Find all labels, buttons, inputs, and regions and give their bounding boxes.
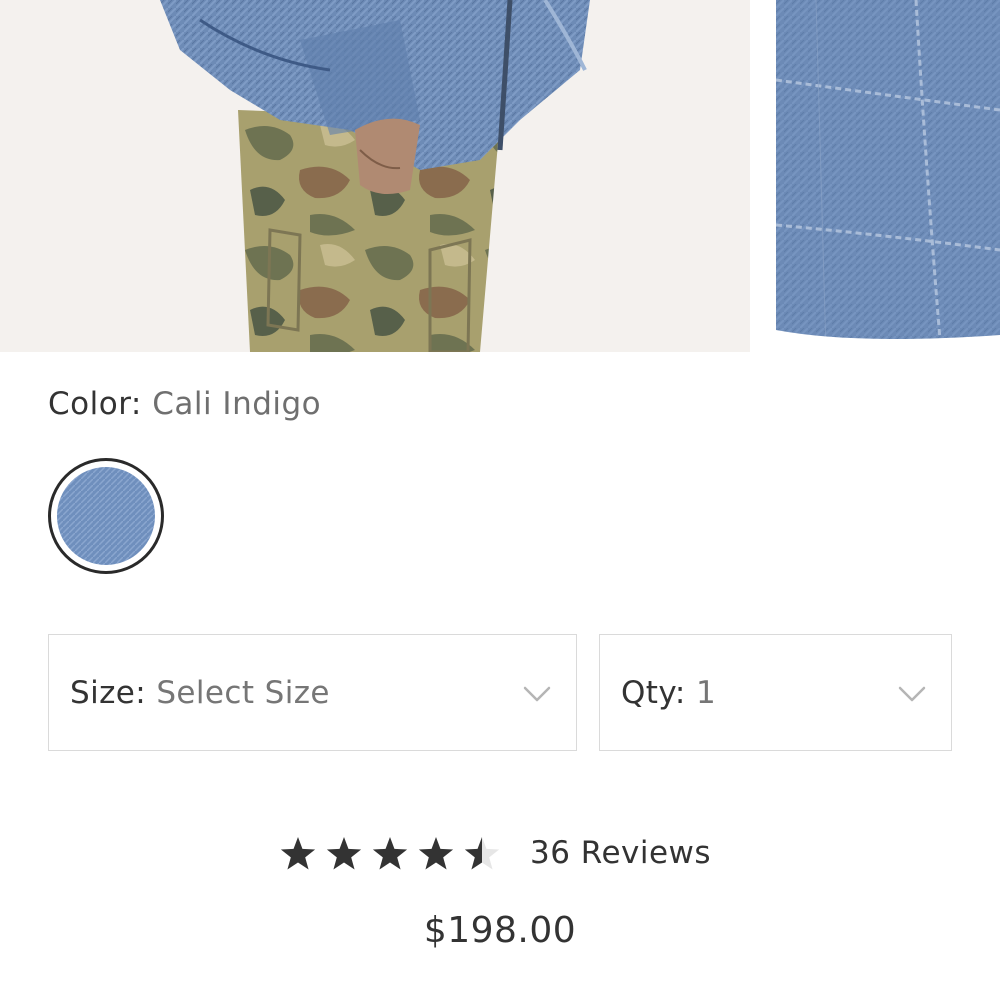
product-photo-detail bbox=[776, 0, 1000, 352]
star-full-icon bbox=[280, 837, 316, 870]
star-full-icon bbox=[326, 837, 362, 870]
chevron-down-icon bbox=[523, 686, 551, 702]
product-price: $198.00 bbox=[423, 910, 577, 951]
quantity-select[interactable]: Qty: 1 bbox=[599, 634, 952, 751]
swatch-fabric bbox=[57, 467, 155, 565]
qty-label: Qty: bbox=[621, 675, 686, 711]
star-full-icon bbox=[372, 837, 408, 870]
size-value: Select Size bbox=[156, 675, 330, 711]
color-swatch-cali-indigo[interactable] bbox=[48, 458, 164, 574]
product-image-main[interactable] bbox=[0, 0, 750, 352]
size-select-text: Size: Select Size bbox=[70, 675, 330, 711]
size-label: Size: bbox=[70, 675, 147, 711]
product-image-thumbnail[interactable] bbox=[776, 0, 1000, 352]
qty-select-text: Qty: 1 bbox=[621, 675, 716, 711]
product-image-gallery[interactable] bbox=[0, 0, 1000, 352]
denim-swatch-icon bbox=[57, 467, 155, 565]
qty-value: 1 bbox=[695, 675, 717, 711]
color-label: Color: bbox=[48, 386, 142, 422]
star-rating[interactable] bbox=[280, 833, 510, 877]
size-select[interactable]: Size: Select Size bbox=[48, 634, 577, 751]
star-half-icon bbox=[464, 837, 500, 870]
chevron-down-icon bbox=[898, 686, 926, 702]
reviews-link[interactable]: 36 Reviews bbox=[530, 835, 711, 871]
color-selection-label: Color: Cali Indigo bbox=[48, 386, 321, 422]
color-value: Cali Indigo bbox=[152, 386, 322, 422]
star-full-icon bbox=[418, 837, 454, 870]
product-photo-model bbox=[0, 0, 750, 352]
